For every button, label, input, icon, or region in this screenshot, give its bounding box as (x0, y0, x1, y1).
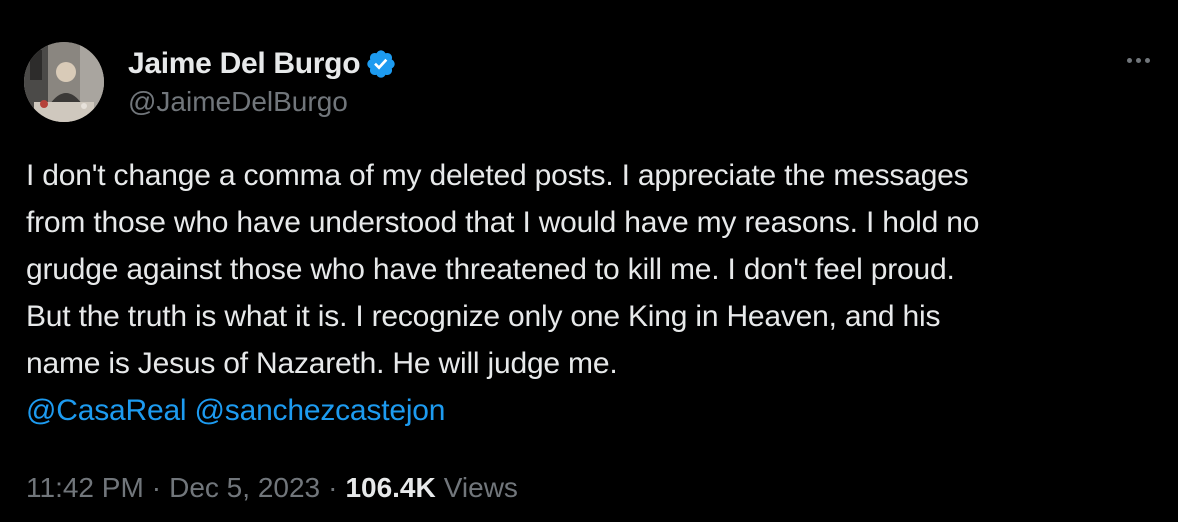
mention-link-sanchezcastejon[interactable]: @sanchezcastejon (195, 394, 446, 427)
meta-separator: · (328, 472, 338, 503)
tweet-text: I don't change a comma of my deleted pos… (26, 152, 1156, 434)
author-name-row[interactable]: Jaime Del Burgo (128, 44, 397, 84)
mention-link-casareal[interactable]: @CasaReal (26, 394, 187, 427)
avatar[interactable] (24, 42, 104, 122)
tweet-time[interactable]: 11:42 PM (26, 472, 144, 504)
tweet-card: Jaime Del Burgo @JaimeDelBurgo I don't c… (0, 0, 1178, 522)
meta-separator: · (151, 472, 162, 503)
more-horizontal-icon-dot (1144, 57, 1150, 63)
author-display-name[interactable]: Jaime Del Burgo (128, 47, 361, 81)
tweet-text-line: But the truth is what it is. I recognize… (26, 300, 941, 333)
author-handle[interactable]: @JaimeDelBurgo (128, 86, 348, 118)
more-horizontal-icon-dot (1135, 57, 1141, 63)
tweet-text-line: grudge against those who have threatened… (26, 253, 955, 286)
tweet-meta: 11:42 PM · Dec 5, 2023 · 106.4K Views (26, 472, 518, 504)
views-count: 106.4K (345, 472, 436, 503)
tweet-text-line: from those who have understood that I wo… (26, 206, 980, 239)
tweet-date[interactable]: Dec 5, 2023 (169, 472, 320, 504)
verified-badge-icon (367, 50, 395, 78)
tweet-mentions-line: @CasaReal @sanchezcastejon (26, 387, 1156, 434)
profile-photo (24, 42, 104, 122)
tweet-text-line: name is Jesus of Nazareth. He will judge… (26, 347, 618, 380)
more-horizontal-icon-dot (1126, 57, 1132, 63)
tweet-text-line: I don't change a comma of my deleted pos… (26, 159, 969, 192)
more-options-button[interactable] (1122, 48, 1154, 72)
views-label: Views (443, 472, 518, 503)
